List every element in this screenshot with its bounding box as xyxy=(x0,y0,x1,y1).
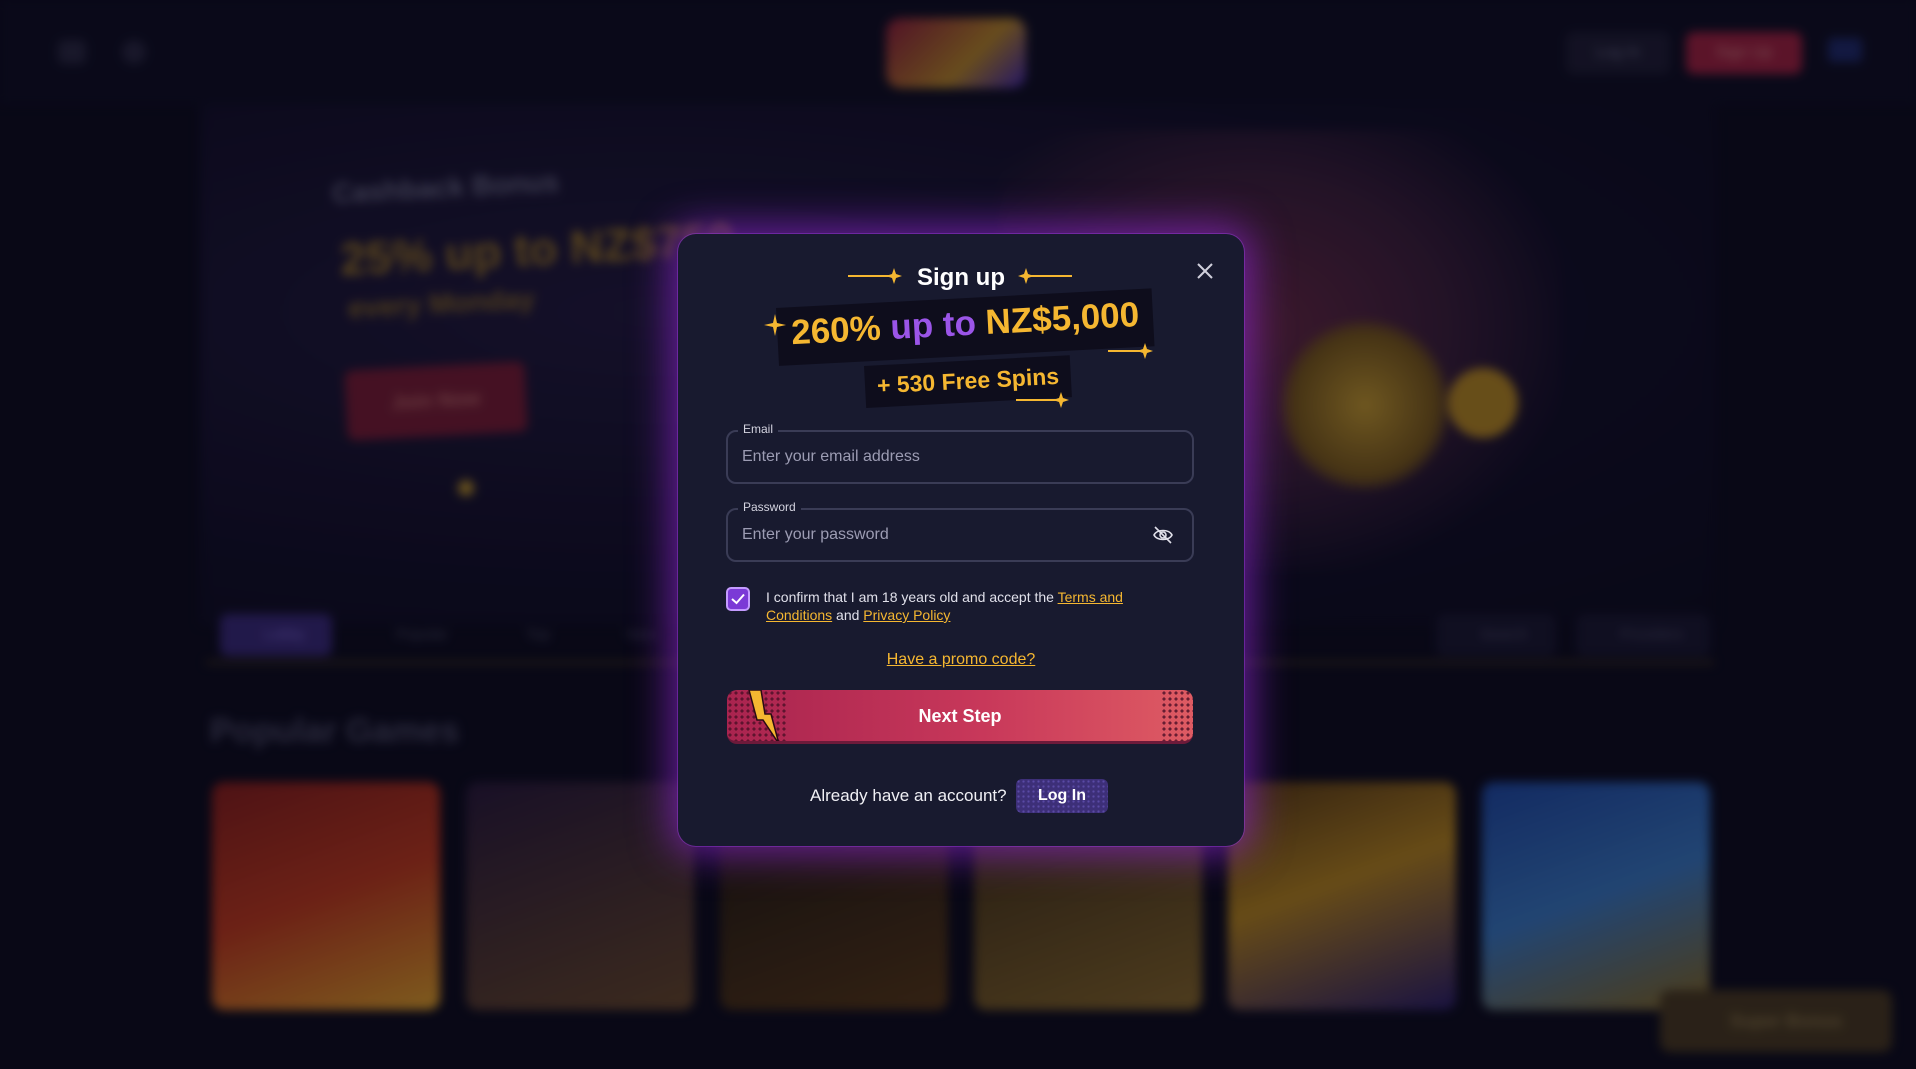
password-input[interactable] xyxy=(742,510,1142,560)
email-input[interactable] xyxy=(742,432,1162,482)
terms-and: and xyxy=(832,607,864,623)
password-field: Password xyxy=(726,500,1194,562)
next-step-label: Next Step xyxy=(918,706,1002,726)
account-prompt: Already have an account? xyxy=(810,786,1007,805)
close-icon xyxy=(1197,263,1213,279)
sparkle-line-icon xyxy=(1016,392,1069,408)
close-button[interactable] xyxy=(1190,256,1220,286)
terms-prefix: I confirm that I am 18 years old and acc… xyxy=(766,589,1058,605)
bonus-amount: NZ$5,000 xyxy=(984,295,1141,343)
sparkle-line-icon xyxy=(1018,268,1072,284)
bonus-percent: 260% xyxy=(790,308,882,353)
login-button[interactable]: Log In xyxy=(1016,779,1108,813)
sparkle-icon xyxy=(764,314,786,336)
sparkle-line-icon xyxy=(1108,343,1153,359)
modal-title: Sign up xyxy=(917,264,1005,291)
bonus-up-to: up to xyxy=(889,303,977,348)
next-step-button[interactable]: Next Step xyxy=(727,690,1193,744)
privacy-link[interactable]: Privacy Policy xyxy=(863,607,950,623)
checkmark-icon xyxy=(731,593,745,605)
modal-header: Sign up xyxy=(678,258,1244,298)
terms-checkbox[interactable] xyxy=(726,587,750,611)
promo-code-link[interactable]: Have a promo code? xyxy=(678,651,1244,669)
eye-off-icon[interactable] xyxy=(1152,525,1174,545)
terms-text: I confirm that I am 18 years old and acc… xyxy=(766,588,1166,624)
email-field: Email xyxy=(726,422,1194,484)
